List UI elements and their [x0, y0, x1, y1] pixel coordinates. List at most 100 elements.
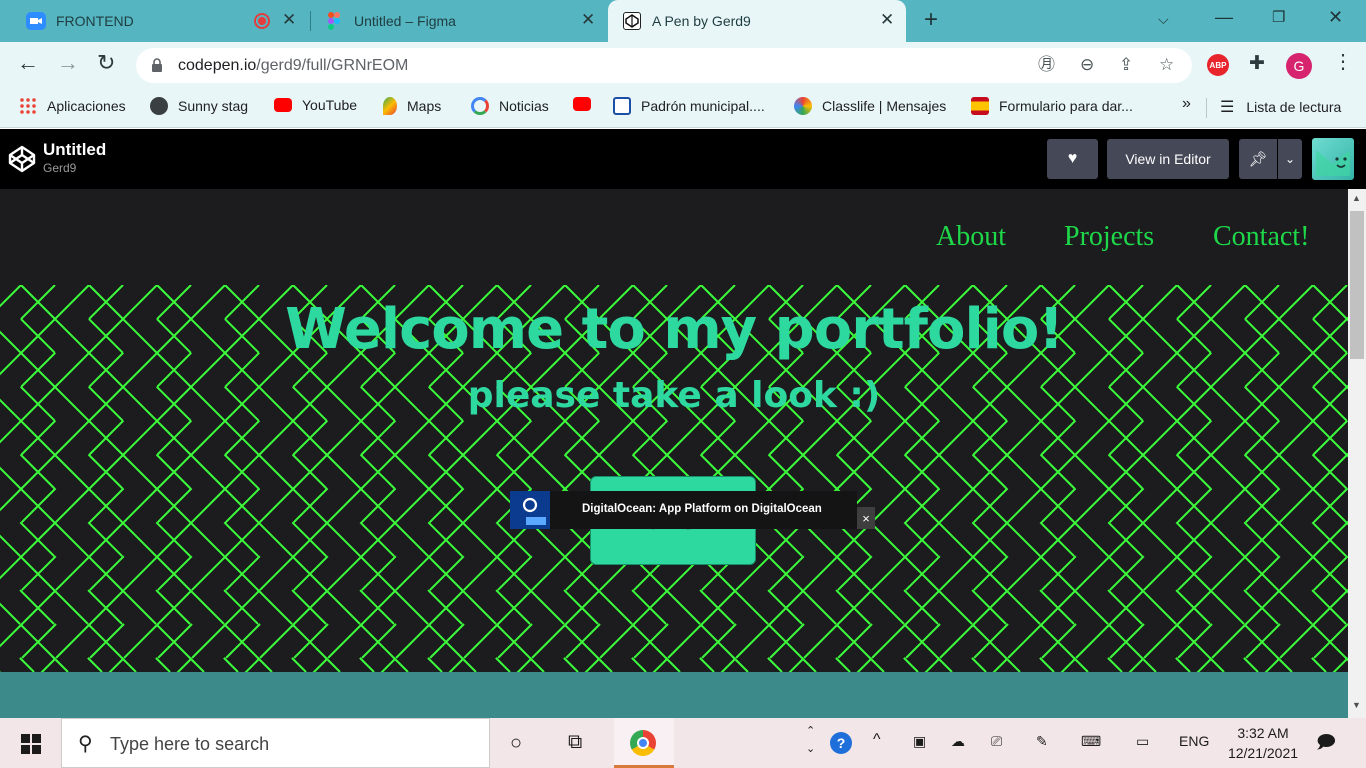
pen-title: Untitled [43, 140, 107, 159]
url-path: /gerd9/full/GRNrEOM [256, 57, 409, 74]
share-icon[interactable]: ⇪ [1119, 56, 1133, 73]
like-button[interactable]: ♥ [1047, 139, 1098, 179]
keyboard-icon[interactable]: ⌨ [1081, 733, 1101, 750]
url-text: codepen.io/gerd9/full/GRNrEOM [178, 57, 408, 75]
tab-figma[interactable]: Untitled – Figma ✕ [310, 0, 608, 42]
profile-avatar[interactable]: G [1286, 53, 1312, 79]
help-icon[interactable]: ? [830, 732, 852, 754]
pin-icon: 📌︎ [1248, 151, 1268, 168]
menu-icon[interactable]: ⋮ [1333, 52, 1353, 72]
bookmark-label: Classlife | Mensajes [822, 98, 947, 114]
bookmarks-overflow-icon[interactable]: » [1182, 95, 1191, 113]
ad-banner[interactable]: DigitalOcean: App Platform on DigitalOce… [510, 491, 857, 529]
address-bar[interactable]: codepen.io/gerd9/full/GRNrEOM ㊊ ⊖ ⇪ ☆ [136, 48, 1192, 83]
municipal-icon [613, 97, 631, 115]
screen-icon[interactable]: ⎚ [991, 733, 1002, 750]
reading-list[interactable]: ☰ Lista de lectura [1220, 97, 1341, 117]
spain-flag-icon [971, 97, 989, 115]
search-placeholder: Type here to search [110, 734, 270, 754]
new-tab-button[interactable]: + [924, 8, 938, 32]
bookmarks-bar: Aplicaciones Sunny stag YouTube Maps Not… [0, 88, 1366, 128]
globe-icon [150, 97, 168, 115]
bookmark-label: Padrón municipal.... [641, 98, 765, 114]
bookmark-noticias[interactable]: Noticias [471, 97, 549, 115]
bookmark-label: Aplicaciones [47, 98, 126, 114]
nav-contact[interactable]: Contact! [1213, 221, 1309, 253]
cortana-icon[interactable]: ○ [510, 733, 522, 753]
reading-list-label: Lista de lectura [1246, 99, 1342, 115]
bookmark-youtube-2[interactable] [573, 97, 591, 111]
tray-scroll-icon[interactable]: ⌃ ⌄ [806, 722, 815, 758]
tab-codepen[interactable]: A Pen by Gerd9 ✕ [608, 0, 906, 42]
chevron-down-icon: ⌄ [1284, 152, 1296, 166]
bookmark-formulario[interactable]: Formulario para dar... [971, 97, 1133, 115]
close-icon[interactable]: ✕ [581, 11, 595, 28]
hero-subheading: please take a look :) [467, 375, 881, 416]
translate-icon[interactable]: ㊊ [1038, 56, 1055, 73]
tab-frontend[interactable]: FRONTEND ✕ [10, 0, 310, 42]
pin-button[interactable]: 📌︎ [1239, 139, 1277, 179]
reload-icon[interactable]: ↻ [97, 52, 115, 74]
tab-title: A Pen by Gerd9 [652, 13, 751, 29]
forward-icon[interactable]: → [57, 52, 79, 74]
language-indicator[interactable]: ENG [1179, 733, 1209, 749]
minimize-icon[interactable]: — [1215, 8, 1233, 26]
ad-text: DigitalOcean: App Platform on DigitalOce… [582, 503, 822, 515]
pen-preview: About Projects Contact! Welcome to my po… [0, 189, 1348, 718]
taskbar-search[interactable]: ⚲ Type here to search [61, 718, 490, 768]
show-hidden-icons[interactable]: ^ [873, 731, 881, 749]
youtube-icon [274, 98, 292, 112]
bookmark-apps[interactable]: Aplicaciones [19, 97, 126, 115]
ad-close-button[interactable]: × [857, 507, 875, 529]
adblock-icon[interactable]: ABP [1207, 54, 1229, 76]
tab-strip: FRONTEND ✕ Untitled – Figma ✕ A Pen by G… [0, 0, 1366, 42]
clock-time: 3:32 AM [1237, 725, 1289, 741]
bookmark-divider [1206, 98, 1207, 118]
pin-dropdown-button[interactable]: ⌄ [1278, 139, 1302, 179]
pen-icon[interactable]: ✎ [1036, 733, 1048, 750]
onedrive-icon[interactable]: ☁ [951, 733, 965, 750]
pen-author[interactable]: Gerd9 [43, 161, 76, 175]
nav-about[interactable]: About [936, 221, 1006, 253]
tab-search-icon[interactable]: ⌵ [1158, 12, 1169, 26]
url-host: codepen.io [178, 57, 257, 74]
browser-toolbar: ← → ↻ codepen.io/gerd9/full/GRNrEOM ㊊ ⊖ … [0, 42, 1366, 88]
user-avatar[interactable] [1312, 138, 1354, 180]
bookmark-classlife[interactable]: Classlife | Mensajes [794, 97, 946, 115]
bookmark-star-icon[interactable]: ☆ [1159, 56, 1174, 73]
windows-taskbar: ⚲ Type here to search ○ ⧉ ⌃ ⌄ ? ^ ▣ ☁ ⎚ ✎… [0, 718, 1366, 768]
meet-now-icon[interactable]: ▣ [913, 733, 926, 750]
zoom-out-icon[interactable]: ⊖ [1080, 56, 1094, 73]
bookmark-sunny-stag[interactable]: Sunny stag [150, 97, 248, 115]
display-icon[interactable]: ▭ [1136, 733, 1149, 750]
zoom-icon [26, 12, 46, 30]
chrome-icon [630, 730, 656, 756]
bookmark-label: Noticias [499, 98, 549, 114]
back-icon[interactable]: ← [17, 52, 39, 74]
task-view-icon[interactable]: ⧉ [568, 732, 582, 752]
close-window-icon[interactable]: ✕ [1328, 8, 1343, 26]
bookmark-padron[interactable]: Padrón municipal.... [613, 97, 765, 115]
maps-icon [383, 97, 397, 115]
scroll-up-icon[interactable]: ▲ [1352, 193, 1361, 203]
bookmark-label: Formulario para dar... [999, 98, 1133, 114]
scrollbar[interactable]: ▲ ▼ [1348, 189, 1366, 718]
clock[interactable]: 3:32 AM 12/21/2021 [1218, 723, 1308, 763]
restore-icon[interactable]: ❐ [1272, 10, 1285, 25]
nav-projects[interactable]: Projects [1064, 221, 1154, 253]
scrollbar-thumb[interactable] [1350, 211, 1364, 359]
view-in-editor-button[interactable]: View in Editor [1107, 139, 1229, 179]
windows-start-icon[interactable] [21, 734, 41, 754]
tab-title: Untitled – Figma [354, 13, 456, 29]
scroll-down-icon[interactable]: ▼ [1352, 700, 1361, 710]
notifications-icon[interactable]: 🗩︎ [1316, 730, 1336, 760]
close-icon[interactable]: ✕ [880, 11, 894, 28]
footer-band [0, 672, 1348, 718]
taskbar-chrome[interactable] [614, 718, 674, 768]
codepen-logo-icon[interactable] [8, 145, 36, 173]
bookmark-youtube[interactable]: YouTube [274, 97, 357, 113]
close-icon[interactable]: ✕ [282, 11, 296, 28]
hero-heading: Welcome to my portfolio! [285, 297, 1064, 362]
extensions-icon[interactable]: ✚ [1249, 54, 1265, 73]
bookmark-maps[interactable]: Maps [383, 97, 441, 115]
